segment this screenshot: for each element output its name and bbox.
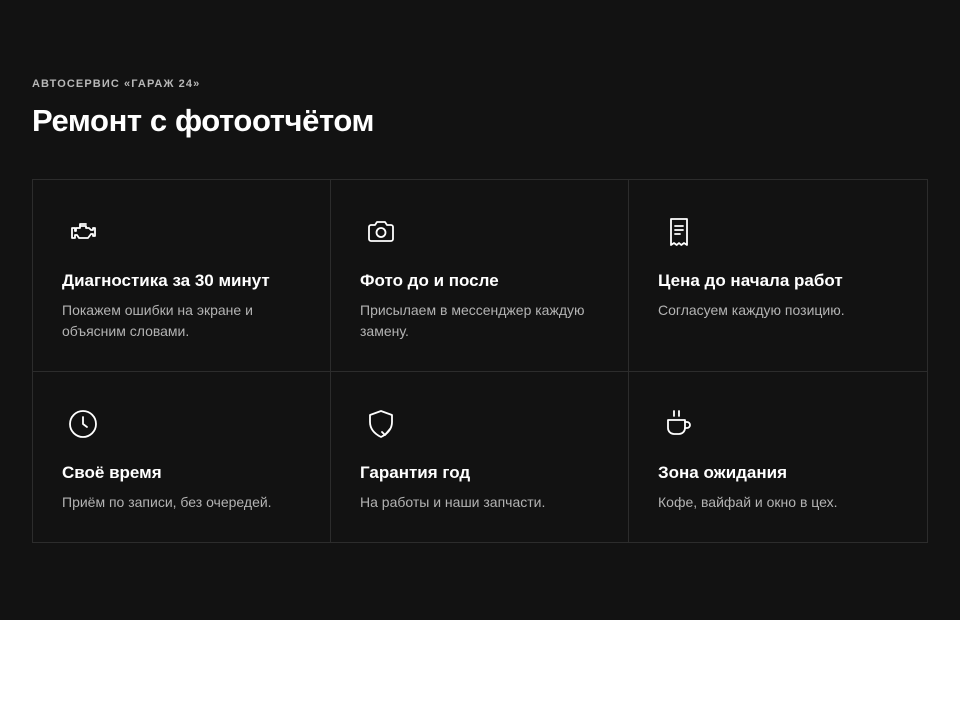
- features-grid: Диагностика за 30 минут Покажем ошибки н…: [32, 179, 928, 543]
- camera-icon: [365, 216, 397, 248]
- feature-card-time: Своё время Приём по записи, без очередей…: [33, 372, 331, 542]
- features-section: АВТОСЕРВИС «ГАРАЖ 24» Ремонт с фотоотчёт…: [0, 0, 960, 620]
- feature-title: Зона ожидания: [658, 463, 788, 482]
- feature-title: Гарантия год: [360, 463, 471, 482]
- feature-text: Приём по записи, без очередей.: [62, 494, 272, 510]
- coffee-cup-icon: [663, 408, 695, 440]
- feature-card-diagnostics: Диагностика за 30 минут Покажем ошибки н…: [33, 180, 331, 372]
- feature-text: Покажем ошибки на экране и объясним слов…: [62, 302, 253, 339]
- feature-text: Присылаем в мессенджер каждую замену.: [360, 302, 585, 339]
- page-title: Ремонт с фотоотчётом: [32, 103, 374, 138]
- clock-icon: [67, 408, 99, 440]
- feature-card-price: Цена до начала работ Согласуем каждую по…: [629, 180, 927, 372]
- feature-title: Цена до начала работ: [658, 271, 843, 290]
- shield-check-icon: [365, 408, 397, 440]
- eyebrow-label: АВТОСЕРВИС «ГАРАЖ 24»: [32, 78, 201, 90]
- receipt-icon: [663, 216, 695, 248]
- feature-text: На работы и наши запчасти.: [360, 494, 546, 510]
- feature-title: Фото до и после: [360, 271, 499, 290]
- feature-card-warranty: Гарантия год На работы и наши запчасти.: [331, 372, 629, 542]
- feature-card-waiting: Зона ожидания Кофе, вайфай и окно в цех.: [629, 372, 927, 542]
- feature-text: Кофе, вайфай и окно в цех.: [658, 494, 838, 510]
- feature-title: Диагностика за 30 минут: [62, 271, 270, 290]
- feature-title: Своё время: [62, 463, 162, 482]
- engine-icon: [67, 216, 99, 248]
- feature-card-photos: Фото до и после Присылаем в мессенджер к…: [331, 180, 629, 372]
- feature-text: Согласуем каждую позицию.: [658, 302, 845, 318]
